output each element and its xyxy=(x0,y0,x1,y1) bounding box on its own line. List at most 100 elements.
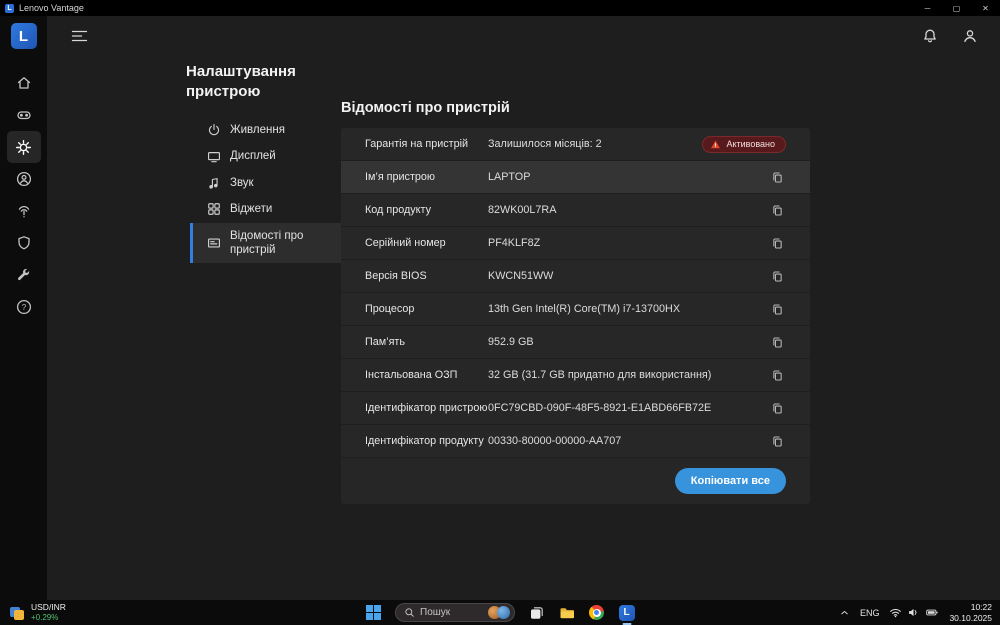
copy-icon xyxy=(772,172,782,182)
nav-item-label: Віджети xyxy=(230,203,273,216)
nav-item-widgets[interactable]: Віджети xyxy=(190,196,354,222)
widgets-grid-icon xyxy=(208,203,220,216)
nav-item-sound[interactable]: Звук xyxy=(190,170,354,196)
table-row: Серійний номер PF4KLF8Z xyxy=(341,227,810,260)
row-label: Ідентифікатор продукту xyxy=(365,435,484,447)
language-indicator[interactable]: ENG xyxy=(860,608,880,618)
settings-heading: Налаштування пристрою xyxy=(186,63,296,100)
chrome-icon xyxy=(589,605,604,620)
lenovo-vantage-icon: L xyxy=(618,604,635,621)
maximize-button[interactable]: ▢ xyxy=(942,0,971,16)
user-account-button[interactable] xyxy=(962,28,978,44)
chrome-button[interactable] xyxy=(588,604,605,621)
home-icon xyxy=(17,77,30,89)
sidebar-item-security[interactable] xyxy=(7,227,41,259)
copy-icon xyxy=(772,436,782,446)
lenovo-vantage-taskbar-button[interactable]: L xyxy=(618,604,635,625)
search-icon xyxy=(405,608,414,617)
task-view-button[interactable] xyxy=(528,604,545,621)
table-row: Пам’ять 952.9 GB xyxy=(341,326,810,359)
table-row: Версія BIOS KWCN51WW xyxy=(341,260,810,293)
battery-icon xyxy=(926,609,939,616)
row-value: Залишилося місяців: 2 xyxy=(488,138,602,150)
row-value: 32 GB (31.7 GB придатно для використання… xyxy=(488,369,712,381)
warning-icon xyxy=(711,140,721,148)
copy-button[interactable] xyxy=(768,168,786,186)
sidebar-item-security-scan[interactable] xyxy=(7,195,41,227)
tray-chevron-up-icon[interactable] xyxy=(839,607,850,618)
display-icon xyxy=(208,151,220,162)
minimize-button[interactable]: ─ xyxy=(913,0,942,16)
hamburger-icon xyxy=(71,30,88,42)
music-note-icon xyxy=(209,177,218,189)
wrench-icon xyxy=(17,268,29,281)
menu-toggle-button[interactable] xyxy=(71,29,88,43)
nav-item-label: Відомості про пристрій xyxy=(230,229,304,256)
panel-footer: Копіювати все xyxy=(341,458,810,504)
copy-button[interactable] xyxy=(768,366,786,384)
nav-item-display[interactable]: Дисплей xyxy=(190,143,354,169)
search-highlight-icon xyxy=(497,606,510,619)
gamepad-icon xyxy=(16,111,31,120)
row-value: 00330-80000-00000-AA707 xyxy=(488,435,622,447)
settings-nav: Налаштування пристрою Живлення Дисплей З… xyxy=(186,62,354,264)
warranty-row: Гарантія на пристрій Залишилося місяців:… xyxy=(341,128,810,161)
copy-button[interactable] xyxy=(768,267,786,285)
row-value: LAPTOP xyxy=(488,171,531,183)
copy-button[interactable] xyxy=(768,399,786,417)
clock[interactable]: 10:22 30.10.2025 xyxy=(949,602,992,623)
copy-button[interactable] xyxy=(768,333,786,351)
row-value: KWCN51WW xyxy=(488,270,554,282)
lenovo-vantage-logo: L xyxy=(10,23,37,49)
device-info-panel: Гарантія на пристрій Залишилося місяців:… xyxy=(341,128,810,504)
search-highlights xyxy=(488,606,510,619)
copy-icon xyxy=(772,337,782,347)
windows-taskbar: USD/INR +0.29% L EN xyxy=(0,600,1000,625)
copy-button[interactable] xyxy=(768,234,786,252)
table-row: Ідентифікатор продукту 00330-80000-00000… xyxy=(341,425,810,458)
row-value: 952.9 GB xyxy=(488,336,534,348)
app-topbar xyxy=(47,16,1000,56)
sidebar-item-home[interactable] xyxy=(7,67,41,99)
tray-date: 30.10.2025 xyxy=(949,612,992,623)
start-button[interactable] xyxy=(365,604,382,621)
folder-icon xyxy=(560,607,574,618)
sidebar-item-toolbox[interactable] xyxy=(7,259,41,291)
row-label: Ідентифікатор пристрою xyxy=(365,402,488,414)
status-badge-label: Активовано xyxy=(726,139,775,149)
sidebar-item-device[interactable] xyxy=(7,99,41,131)
search-input[interactable] xyxy=(420,607,478,618)
task-view-icon xyxy=(530,606,543,619)
row-label: Код продукту xyxy=(365,204,431,216)
widgets-button[interactable]: USD/INR +0.29% xyxy=(10,602,66,622)
copy-button[interactable] xyxy=(768,201,786,219)
copy-icon xyxy=(772,271,782,281)
table-row: Ідентифікатор пристрою 0FC79CBD-090F-48F… xyxy=(341,392,810,425)
close-button[interactable]: ✕ xyxy=(971,0,1000,16)
taskbar-search[interactable] xyxy=(395,603,515,622)
sidebar-item-device-settings[interactable] xyxy=(6,131,41,163)
copy-icon xyxy=(772,238,782,248)
row-value: 82WK00L7RA xyxy=(488,204,557,216)
table-row: Інстальована ОЗП 32 GB (31.7 GB придатно… xyxy=(341,359,810,392)
copy-button[interactable] xyxy=(768,300,786,318)
copy-all-button[interactable]: Копіювати все xyxy=(674,468,786,494)
sidebar-item-account[interactable] xyxy=(7,163,41,195)
tray-time: 10:22 xyxy=(970,601,992,612)
nav-item-power[interactable]: Живлення xyxy=(190,117,354,143)
sidebar-item-help[interactable]: ? xyxy=(7,291,41,323)
nav-item-label: Дисплей xyxy=(230,150,276,163)
copy-icon xyxy=(772,304,782,314)
copy-button[interactable] xyxy=(768,432,786,450)
table-row: Ім’я пристрою LAPTOP xyxy=(341,161,810,194)
nav-item-label: Звук xyxy=(230,176,254,189)
notifications-button[interactable] xyxy=(922,28,938,44)
fingerprint-icon xyxy=(18,205,29,218)
file-explorer-button[interactable] xyxy=(558,604,575,621)
help-icon: ? xyxy=(16,299,31,315)
system-tray-icons[interactable] xyxy=(889,606,939,619)
row-label: Серійний номер xyxy=(365,237,446,249)
svg-text:?: ? xyxy=(21,303,26,312)
nav-item-device-info[interactable]: Відомості про пристрій xyxy=(190,222,354,264)
device-info-section: Відомості про пристрій Гарантія на прист… xyxy=(341,100,810,504)
